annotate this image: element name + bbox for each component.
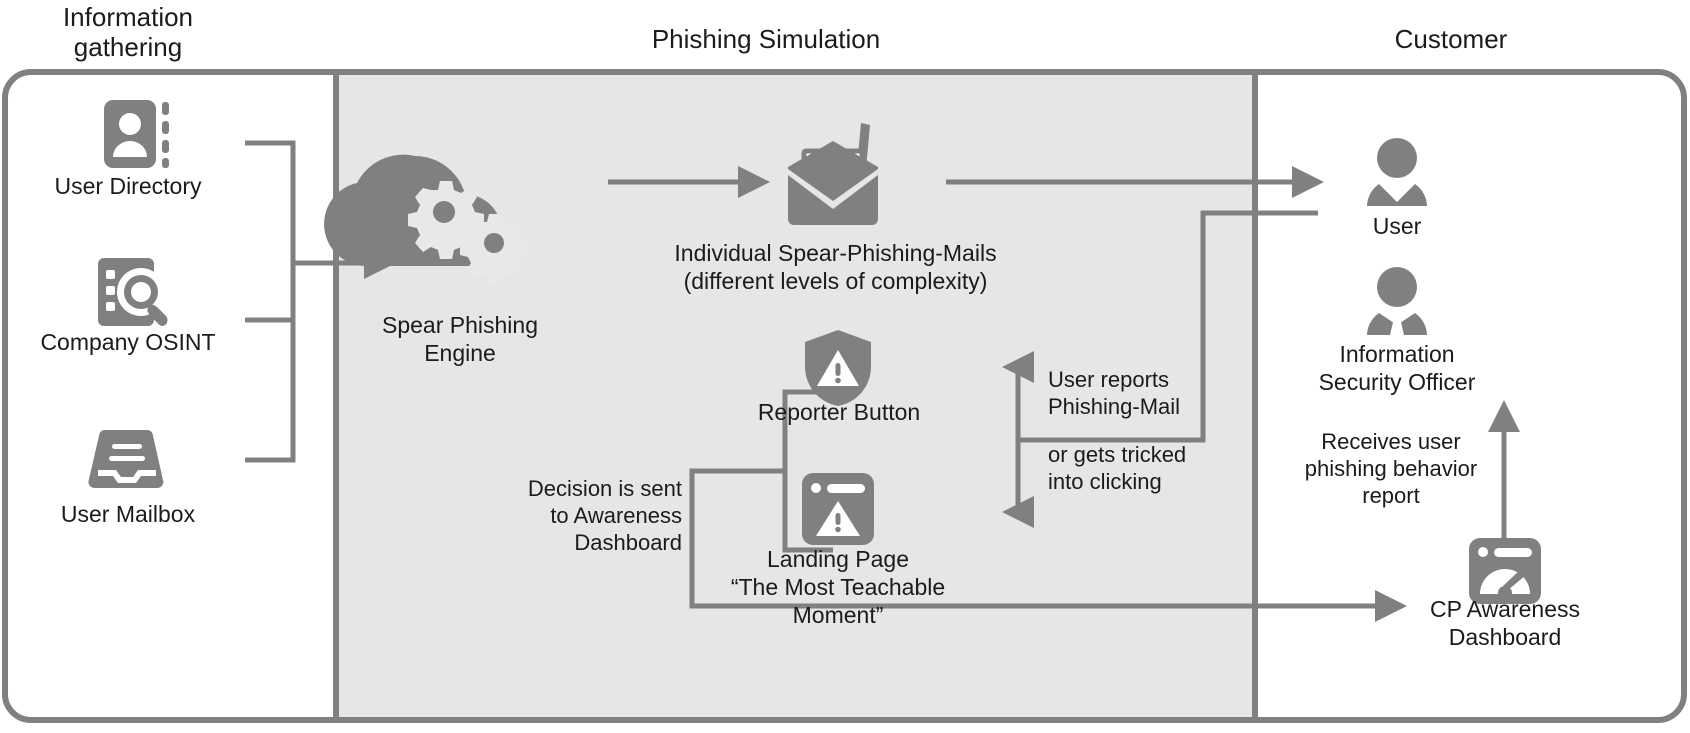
person-icon: [1367, 138, 1427, 206]
person-suit-icon: [1367, 267, 1427, 335]
edge-label-decision-is-sent-to-awareness-dashboard: Decision is sent to Awareness Dashboard: [527, 476, 682, 555]
node-reporter-button: Reporter Button: [736, 398, 942, 426]
node-label-company-osint: Company OSINT: [40, 329, 216, 355]
node-label-user-mailbox: User Mailbox: [60, 501, 196, 527]
node-label-landing-page: Landing Page “The Most Teachable Moment”: [730, 546, 946, 628]
node-label-cp-awareness-dashboard: CP Awareness Dashboard: [1429, 596, 1581, 650]
browser-warning-icon: [802, 473, 874, 545]
node-label-user: User: [1372, 213, 1422, 239]
node-label-information-security-officer: Information Security Officer: [1318, 341, 1476, 395]
node-spear-phishing-engine: Spear Phishing Engine: [350, 311, 570, 367]
node-landing-page: Landing Page “The Most Teachable Moment”: [688, 545, 988, 629]
node-user: User: [1317, 212, 1477, 240]
node-label-user-directory: User Directory: [54, 173, 202, 199]
node-user-mailbox: User Mailbox: [20, 500, 236, 528]
edge-label-user-reports-phishing-mail: User reports Phishing-Mail: [1048, 367, 1181, 419]
node-company-osint: Company OSINT: [20, 328, 236, 356]
node-label-reporter-button: Reporter Button: [757, 399, 921, 425]
node-cp-awareness-dashboard: CP Awareness Dashboard: [1385, 595, 1625, 651]
node-user-directory: User Directory: [20, 172, 236, 200]
node-label-spear-phishing-engine: Spear Phishing Engine: [382, 312, 538, 366]
node-label-spear-phishing-mails: Individual Spear-Phishing-Mails (differe…: [674, 240, 997, 294]
arrowhead-mails-to-user: [1292, 166, 1324, 198]
inbox-tray-icon: [88, 430, 164, 488]
edge-label-or-gets-tricked-into-clicking: or gets tricked into clicking: [1048, 442, 1187, 494]
diagram-canvas: Information gathering Phishing Simulatio…: [0, 0, 1690, 733]
node-spear-phishing-mails: Individual Spear-Phishing-Mails (differe…: [648, 239, 1023, 295]
document-search-icon: [98, 258, 168, 326]
contact-card-icon: [104, 100, 169, 168]
edge-label-receives-user-phishing-behavior-report: Receives user phishing behavior report: [1304, 429, 1478, 508]
node-information-security-officer: Information Security Officer: [1277, 340, 1517, 396]
